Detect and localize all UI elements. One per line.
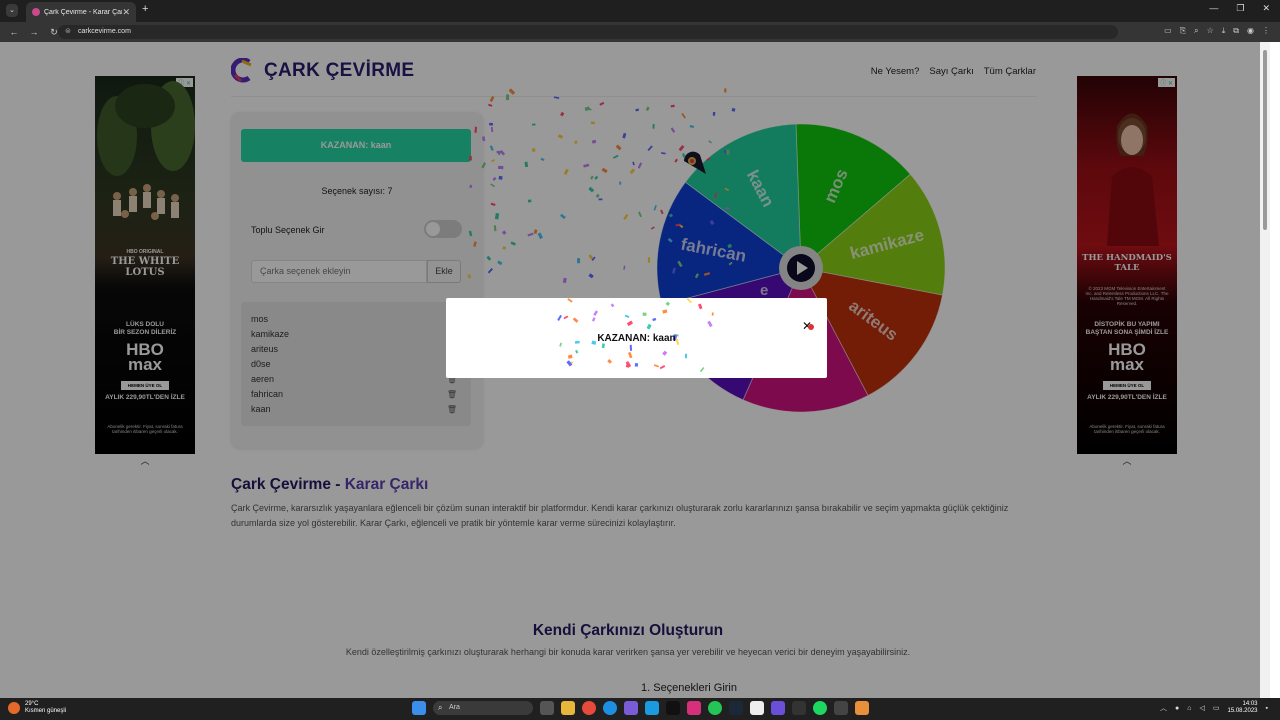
- url-field[interactable]: ⊜ carkcevirme.com: [58, 25, 1118, 39]
- weather-widget[interactable]: 29°C Kısmen güneşli: [8, 701, 66, 715]
- confetti-piece: [610, 303, 615, 308]
- confetti-piece: [662, 350, 668, 356]
- browser-tab[interactable]: Çark Çevirme - Karar Çarkı ✕: [26, 2, 136, 22]
- steam-icon[interactable]: [729, 701, 743, 715]
- volume-icon[interactable]: ◁: [1199, 704, 1204, 712]
- confetti-piece: [697, 303, 703, 310]
- maximize-icon[interactable]: ❐: [1236, 3, 1244, 14]
- winner-modal: KAZANAN: kaan ✕: [446, 298, 827, 378]
- confetti-piece: [629, 344, 633, 351]
- winner-text: KAZANAN: kaan: [597, 333, 676, 344]
- whatsapp-icon[interactable]: [708, 701, 722, 715]
- confetti-piece: [627, 351, 633, 359]
- confetti-piece: [634, 362, 639, 367]
- taskbar-search[interactable]: Ara: [433, 701, 533, 715]
- extensions-icon[interactable]: ⧉: [1233, 26, 1239, 36]
- taskbar-apps: Ara: [412, 701, 869, 715]
- confetti-piece: [665, 301, 671, 306]
- discord-icon[interactable]: [771, 701, 785, 715]
- skype-icon[interactable]: [645, 701, 659, 715]
- confetti-piece: [563, 315, 569, 320]
- close-icon[interactable]: ✕: [802, 319, 815, 333]
- xbox-icon[interactable]: [792, 701, 806, 715]
- weather-sun-icon: [8, 702, 20, 714]
- file-explorer-icon[interactable]: [561, 701, 575, 715]
- clock[interactable]: 14:03 15.08.2023: [1227, 701, 1257, 715]
- confetti-piece: [601, 343, 605, 349]
- media-icon[interactable]: [834, 701, 848, 715]
- back-icon[interactable]: ←: [8, 27, 20, 37]
- close-window-icon[interactable]: ✕: [1262, 3, 1270, 14]
- confetti-piece: [686, 298, 692, 304]
- browser-menu-icon[interactable]: ⋮: [1262, 26, 1270, 36]
- tab-title: Çark Çevirme - Karar Çarkı: [44, 8, 123, 16]
- scrollbar-thumb[interactable]: [1263, 50, 1267, 230]
- copilot-icon[interactable]: [624, 701, 638, 715]
- weather-temp: 29°C: [25, 701, 39, 707]
- confetti-piece: [711, 312, 714, 316]
- confetti-piece: [707, 320, 713, 328]
- network-icon[interactable]: ⌂: [1187, 705, 1191, 712]
- vlc-icon[interactable]: [855, 701, 869, 715]
- site-favicon-icon: [32, 8, 40, 16]
- forward-icon[interactable]: →: [28, 27, 40, 37]
- start-menu-icon[interactable]: [412, 701, 426, 715]
- instagram-icon[interactable]: [687, 701, 701, 715]
- tray-app-icon[interactable]: ●: [1175, 705, 1179, 712]
- edge-icon[interactable]: [603, 701, 617, 715]
- confetti-piece: [653, 364, 659, 368]
- os-taskbar: 29°CKısmen güneşli Ara ︿ ● ⌂ ◁ ▭ 14:03 1…: [0, 698, 1280, 720]
- confetti-piece: [652, 317, 657, 322]
- browser-toolbar-right: ▭ ⎘ ⌕ ☆ ⤓ ⧉ ◉ ⋮: [1164, 26, 1270, 36]
- confetti-piece: [567, 354, 573, 359]
- weather-desc: Kısmen güneşli: [25, 708, 67, 714]
- task-view-icon[interactable]: [540, 701, 554, 715]
- confetti-piece: [591, 317, 596, 322]
- notepad-icon[interactable]: [750, 701, 764, 715]
- notifications-icon[interactable]: ▪: [1266, 705, 1268, 712]
- tiktok-icon[interactable]: [666, 701, 680, 715]
- battery-icon[interactable]: ▭: [1213, 704, 1220, 712]
- confetti-piece: [575, 349, 579, 354]
- tab-close-icon[interactable]: ✕: [122, 7, 130, 18]
- confetti-piece: [626, 320, 634, 327]
- confetti-piece: [699, 367, 705, 373]
- confetti-piece: [566, 360, 573, 367]
- tray-chevron-icon[interactable]: ︿: [1160, 703, 1167, 713]
- minimize-icon[interactable]: —: [1209, 3, 1218, 14]
- profile-icon[interactable]: ◉: [1247, 26, 1254, 36]
- address-bar-row: ← → ↻ ⊜ carkcevirme.com ▭ ⎘ ⌕ ☆ ⤓ ⧉ ◉ ⋮: [0, 22, 1280, 42]
- system-tray: ︿ ● ⌂ ◁ ▭ 14:03 15.08.2023 ▪: [1160, 701, 1268, 715]
- url-text: carkcevirme.com: [78, 28, 131, 35]
- confetti-piece: [659, 365, 666, 370]
- confetti-piece: [662, 309, 668, 314]
- clock-date: 15.08.2023: [1227, 708, 1258, 714]
- zoom-icon[interactable]: ⌕: [1194, 26, 1198, 36]
- confetti-piece: [684, 353, 688, 359]
- tab-menu-button[interactable]: ⌄: [6, 4, 18, 17]
- chrome-icon[interactable]: [582, 701, 596, 715]
- clock-time: 14:03: [1242, 701, 1258, 707]
- spotify-icon[interactable]: [813, 701, 827, 715]
- translate-icon[interactable]: ⎘: [1180, 26, 1186, 36]
- confetti-piece: [572, 317, 579, 323]
- bookmark-star-icon[interactable]: ☆: [1207, 26, 1214, 36]
- confetti-piece: [567, 298, 573, 303]
- new-tab-button[interactable]: +: [142, 3, 148, 15]
- confetti-piece: [646, 323, 652, 330]
- confetti-piece: [607, 359, 613, 364]
- page-scrollbar[interactable]: [1260, 42, 1270, 698]
- window-controls: — ❐ ✕: [1209, 3, 1270, 14]
- browser-tabbar: ⌄ Çark Çevirme - Karar Çarkı ✕ + — ❐ ✕: [0, 0, 1280, 22]
- confetti-piece: [624, 314, 630, 318]
- download-icon[interactable]: ⤓: [1222, 26, 1226, 36]
- site-info-icon[interactable]: ⊜: [65, 25, 71, 39]
- confetti-piece: [642, 312, 647, 316]
- cast-icon[interactable]: ▭: [1164, 26, 1172, 36]
- confetti-piece: [593, 310, 599, 316]
- page-viewport: ÇARK ÇEVİRME Ne Yesem? Sayı Çarkı Tüm Ça…: [0, 42, 1270, 698]
- confetti-piece: [557, 314, 562, 321]
